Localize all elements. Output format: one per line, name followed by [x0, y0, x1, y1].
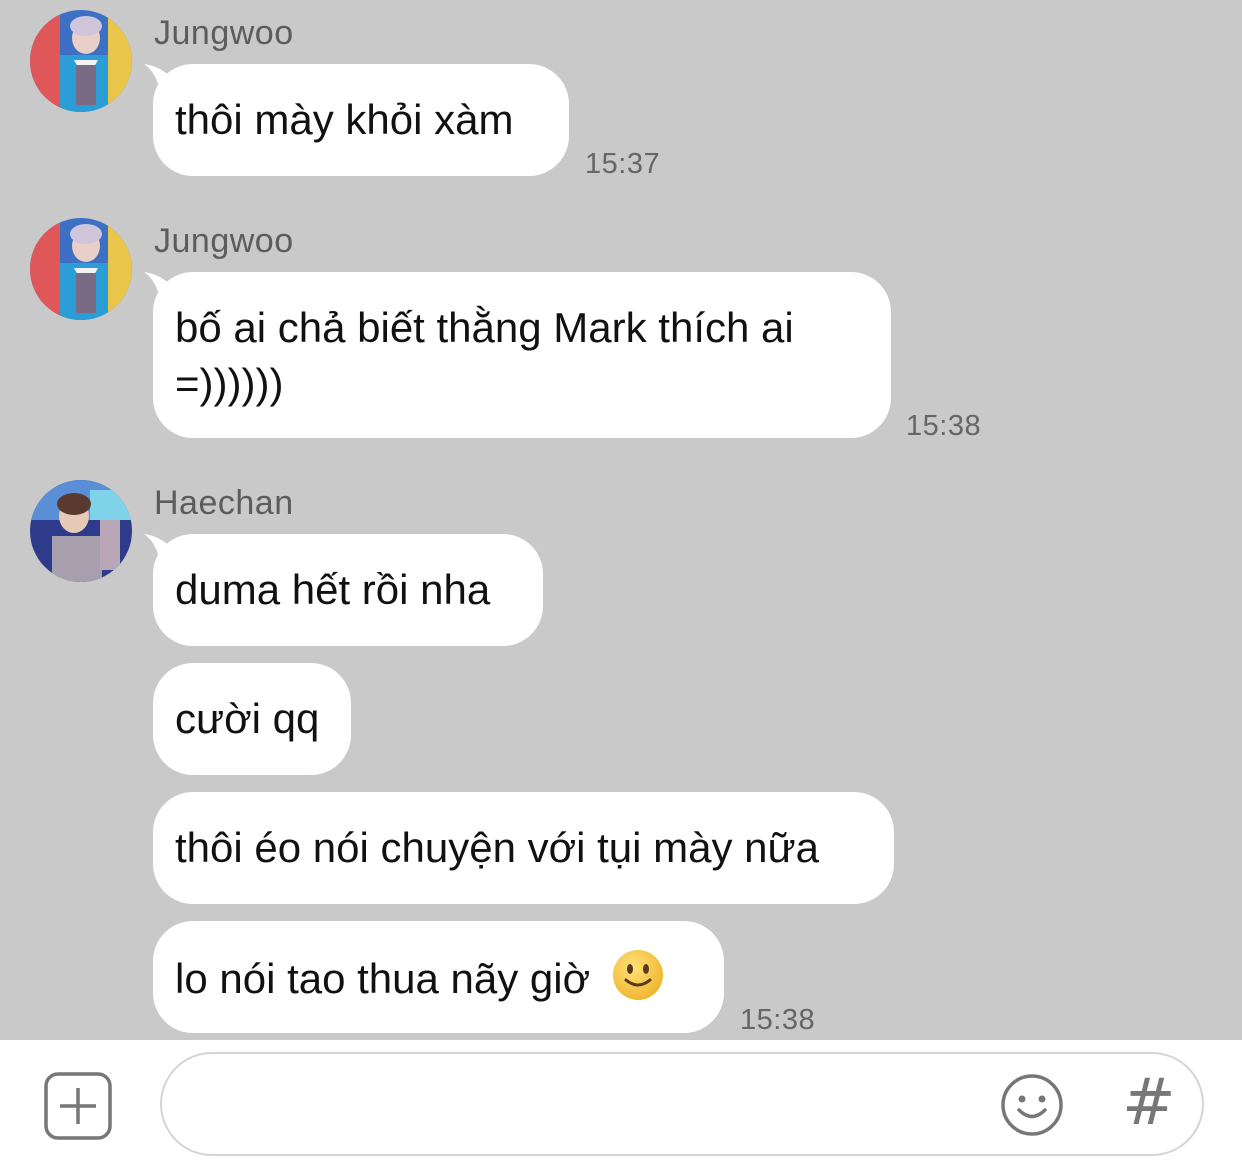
message-text: thôi mày khỏi xàm [175, 96, 514, 143]
message-bubble[interactable]: thôi mày khỏi xàm [153, 64, 569, 176]
message-text-line: =)))))) [175, 360, 284, 407]
add-icon[interactable] [44, 1072, 112, 1140]
message-timestamp: 15:38 [740, 1004, 816, 1036]
hashtag-icon[interactable]: # [1122, 1068, 1176, 1138]
message-text-line: bố ai chả biết thằng Mark thích ai [175, 304, 794, 351]
message-bubble[interactable]: bố ai chả biết thằng Mark thích ai =))))… [153, 272, 891, 438]
message-bubble[interactable]: lo nói tao thua nãy giờ [153, 921, 724, 1033]
message-timestamp: 15:37 [585, 148, 661, 180]
avatar-jungwoo[interactable] [30, 218, 132, 320]
message-bubble[interactable]: thôi éo nói chuyện với tụi mày nữa [153, 792, 894, 904]
sender-name: Jungwoo [154, 222, 294, 260]
message-text: duma hết rồi nha [175, 566, 491, 613]
message-bubble[interactable]: cười qq [153, 663, 351, 775]
message-text: thôi éo nói chuyện với tụi mày nữa [175, 824, 820, 871]
emoji-icon[interactable] [1000, 1073, 1064, 1137]
sender-name: Jungwoo [154, 14, 294, 52]
avatar-jungwoo[interactable] [30, 10, 132, 112]
message-timestamp: 15:38 [906, 410, 982, 442]
sender-name: Haechan [154, 484, 294, 522]
chat-area[interactable]: Jungwoo thôi mày khỏi xàm 15:37 Jungwoo … [0, 0, 1242, 1040]
slightly-smiling-face-emoji [612, 950, 663, 1000]
message-text: lo nói tao thua nãy giờ [175, 955, 591, 1002]
avatar-haechan[interactable] [30, 480, 132, 582]
message-text: cười qq [175, 695, 320, 742]
message-bubble[interactable]: duma hết rồi nha [153, 534, 543, 646]
